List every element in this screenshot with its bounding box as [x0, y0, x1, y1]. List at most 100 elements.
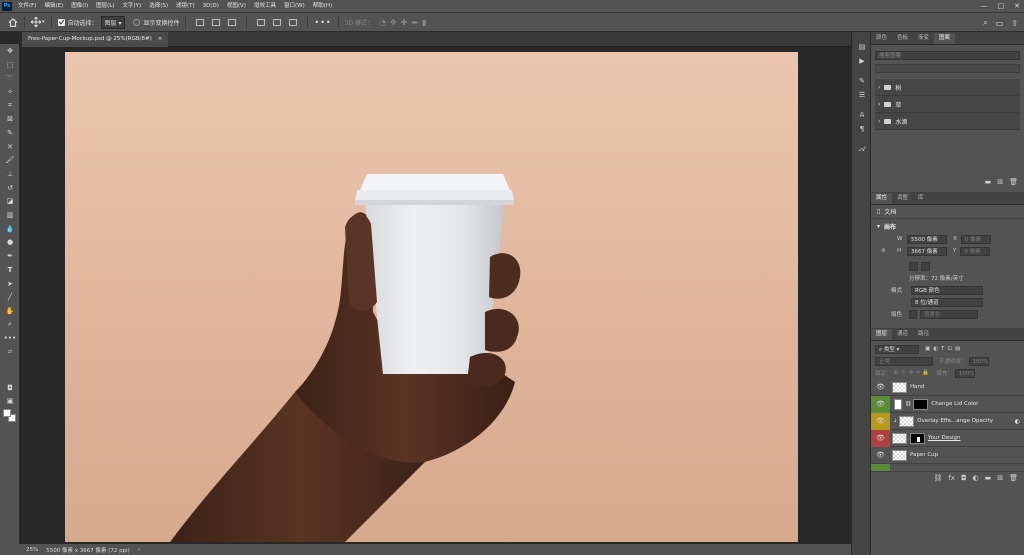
- maximize-button[interactable]: □: [998, 2, 1005, 10]
- pattern-group-water[interactable]: › 水滴: [875, 113, 1020, 130]
- share-icon[interactable]: ⇪: [1011, 19, 1018, 28]
- layer-row-your-design[interactable]: 👁 Your Design: [871, 429, 1024, 447]
- delete-layer-icon[interactable]: 🗑: [1009, 474, 1018, 482]
- pen-tool-icon[interactable]: ✒: [0, 249, 20, 263]
- delete-icon[interactable]: 🗑: [1009, 178, 1018, 186]
- home-icon[interactable]: [0, 17, 18, 27]
- healing-tool-icon[interactable]: ✕: [0, 140, 20, 154]
- tab-libraries[interactable]: 库: [913, 193, 929, 204]
- menu-filter[interactable]: 滤镜(T): [172, 0, 199, 12]
- close-tab-icon[interactable]: ×: [158, 32, 163, 47]
- eye-icon[interactable]: 👁: [871, 412, 890, 430]
- menu-view[interactable]: 视图(V): [223, 0, 250, 12]
- align-bottom-icon[interactable]: [289, 18, 298, 26]
- x-field[interactable]: 0 像素: [960, 234, 991, 244]
- y-field[interactable]: 0 像素: [960, 246, 991, 256]
- hand-tool-icon[interactable]: ✋: [0, 304, 20, 318]
- link-icon[interactable]: ⊜: [881, 248, 897, 254]
- menu-3d[interactable]: 3D(D): [199, 0, 223, 12]
- menu-select[interactable]: 选择(S): [145, 0, 172, 12]
- tab-gradients[interactable]: 渐变: [913, 33, 934, 44]
- workspace-icon[interactable]: ▭: [996, 19, 1004, 28]
- pattern-search-input[interactable]: 搜索图案: [875, 51, 1020, 60]
- menu-image[interactable]: 图像(I): [67, 0, 92, 12]
- align-right-icon[interactable]: [228, 18, 237, 26]
- layer-row-paper-cup[interactable]: 👁 Paper Cup: [871, 447, 1024, 464]
- auto-select-checkbox[interactable]: 自动选择： 图层 ▾: [57, 15, 126, 29]
- align-middle-icon[interactable]: [273, 18, 282, 26]
- fill-swatch[interactable]: [909, 309, 917, 319]
- eye-icon[interactable]: 👁: [871, 429, 890, 447]
- new-group-icon[interactable]: ▬: [985, 474, 992, 482]
- path-selection-icon[interactable]: ➤: [0, 277, 20, 291]
- history-panel-icon[interactable]: ▤: [852, 40, 872, 54]
- menu-layer[interactable]: 图层(L): [92, 0, 118, 12]
- more-options-icon[interactable]: •••: [314, 18, 331, 27]
- frame-tool-icon[interactable]: ⊠: [0, 112, 20, 126]
- depth-dropdown[interactable]: 8 位/通道: [911, 297, 983, 307]
- magic-wand-tool-icon[interactable]: ✧: [0, 85, 20, 99]
- new-layer-icon[interactable]: ⊞: [997, 474, 1003, 482]
- fx-icon[interactable]: ◐: [1015, 418, 1020, 425]
- type-tool-icon[interactable]: T: [0, 263, 20, 277]
- close-button[interactable]: ✕: [1014, 2, 1020, 10]
- actions-panel-icon[interactable]: ▶: [852, 54, 872, 68]
- add-mask-icon[interactable]: ◘: [961, 474, 967, 482]
- tab-color[interactable]: 颜色: [871, 33, 892, 44]
- search-icon[interactable]: ⌕: [983, 18, 987, 28]
- marquee-tool-icon[interactable]: ⬚: [0, 58, 20, 72]
- paragraph-panel-icon[interactable]: ¶: [852, 122, 872, 136]
- move-tool-icon[interactable]: ▾: [31, 17, 45, 27]
- eye-icon[interactable]: 👁: [871, 395, 890, 413]
- adjust-panel-icon[interactable]: ☰: [852, 88, 872, 102]
- blend-mode-dropdown[interactable]: 正常: [875, 356, 933, 366]
- tab-paths[interactable]: 路径: [913, 329, 934, 340]
- foreground-color-swatch[interactable]: [3, 409, 11, 417]
- layer-row-partial[interactable]: [871, 464, 1024, 472]
- zoom-tool-icon[interactable]: ⌕: [0, 318, 20, 332]
- lasso-tool-icon[interactable]: ➰: [0, 71, 20, 85]
- canvas-section-header[interactable]: ▾ 画布: [871, 219, 1024, 233]
- fill-dropdown[interactable]: 背景色: [920, 309, 978, 319]
- opacity-field[interactable]: 100%: [968, 356, 989, 366]
- show-transform-checkbox[interactable]: 显示变换控件: [133, 18, 179, 27]
- tab-properties[interactable]: 属性: [871, 193, 893, 204]
- pattern-group-trees[interactable]: › 树: [875, 79, 1020, 96]
- fill-opacity-field[interactable]: 100%: [954, 368, 975, 378]
- new-pattern-icon[interactable]: ⊞: [997, 178, 1003, 186]
- align-top-icon[interactable]: [257, 18, 266, 26]
- layer-row-overlay-effect[interactable]: 👁 ↓ Overlay Effe...ange Opacity ◐: [871, 412, 1024, 430]
- width-field[interactable]: 5500 像素: [907, 234, 947, 244]
- portrait-icon[interactable]: [909, 261, 918, 271]
- adjustment-icon[interactable]: ◐: [973, 474, 979, 482]
- artboard[interactable]: [65, 52, 798, 542]
- layer-row-hand[interactable]: 👁 Hand: [871, 379, 1024, 396]
- gradient-tool-icon[interactable]: ▥: [0, 208, 20, 222]
- eyedropper-tool-icon[interactable]: ✎: [0, 126, 20, 140]
- landscape-icon[interactable]: [921, 261, 930, 271]
- 3d-tools-icon[interactable]: ◔✥✚⬌▮: [379, 18, 431, 27]
- status-arrow[interactable]: ›: [138, 547, 140, 553]
- swap-colors-icon[interactable]: ⇄: [0, 345, 20, 359]
- auto-select-dropdown[interactable]: 图层 ▾: [100, 15, 126, 29]
- new-group-icon[interactable]: ▬: [985, 178, 992, 186]
- layer-row-change-lid-color[interactable]: 👁 ⛓ Change Lid Color: [871, 395, 1024, 413]
- menu-window[interactable]: 窗口(W): [280, 0, 309, 12]
- crop-tool-icon[interactable]: ⌗: [0, 99, 20, 113]
- brush-tool-icon[interactable]: 🖌: [0, 154, 20, 168]
- document-tab[interactable]: Free-Paper-Cup-Mockup.psd @ 25%(RGB/8#) …: [22, 32, 169, 47]
- tab-swatches[interactable]: 色板: [892, 33, 913, 44]
- menu-type[interactable]: 文字(Y): [119, 0, 146, 12]
- tab-layers[interactable]: 图层: [871, 329, 893, 340]
- canvas-area[interactable]: [21, 48, 851, 544]
- dodge-tool-icon[interactable]: ●: [0, 236, 20, 250]
- zoom-level[interactable]: 25%: [26, 547, 38, 553]
- eye-icon[interactable]: [871, 464, 890, 471]
- pattern-group-grass[interactable]: › 草: [875, 96, 1020, 113]
- history-brush-icon[interactable]: ↺: [0, 181, 20, 195]
- menu-file[interactable]: 文件(F): [14, 0, 40, 12]
- layer-filter-dropdown[interactable]: ⌕ 类型 ▾: [875, 344, 919, 354]
- brush-panel-icon[interactable]: ✎: [852, 74, 872, 88]
- align-left-icon[interactable]: [196, 18, 205, 26]
- tab-patterns[interactable]: 图案: [934, 33, 956, 44]
